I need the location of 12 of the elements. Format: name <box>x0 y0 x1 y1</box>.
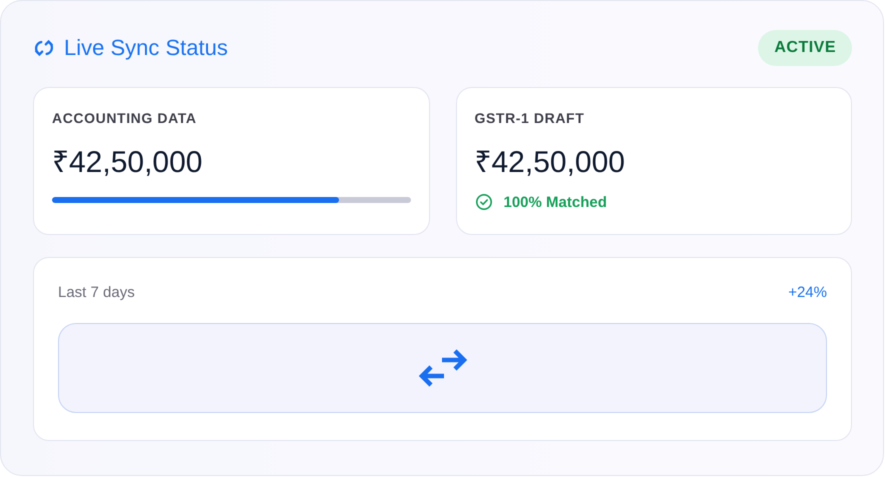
sync-icon <box>33 37 55 59</box>
panel-title: Live Sync Status <box>64 35 228 61</box>
period-label: Last 7 days <box>58 284 135 301</box>
metric-value: ₹42,50,000 <box>474 145 626 181</box>
check-circle-icon <box>474 193 492 211</box>
metric-label: GSTR-1 DRAFT <box>474 110 586 126</box>
status-badge: ACTIVE <box>758 30 852 66</box>
change-value: +24% <box>788 284 827 301</box>
metric-label: ACCOUNTING DATA <box>52 110 198 126</box>
metric-value: ₹42,50,000 <box>52 145 204 181</box>
transfer-arrows-icon <box>418 348 468 388</box>
match-status: 100% Matched <box>504 194 607 210</box>
